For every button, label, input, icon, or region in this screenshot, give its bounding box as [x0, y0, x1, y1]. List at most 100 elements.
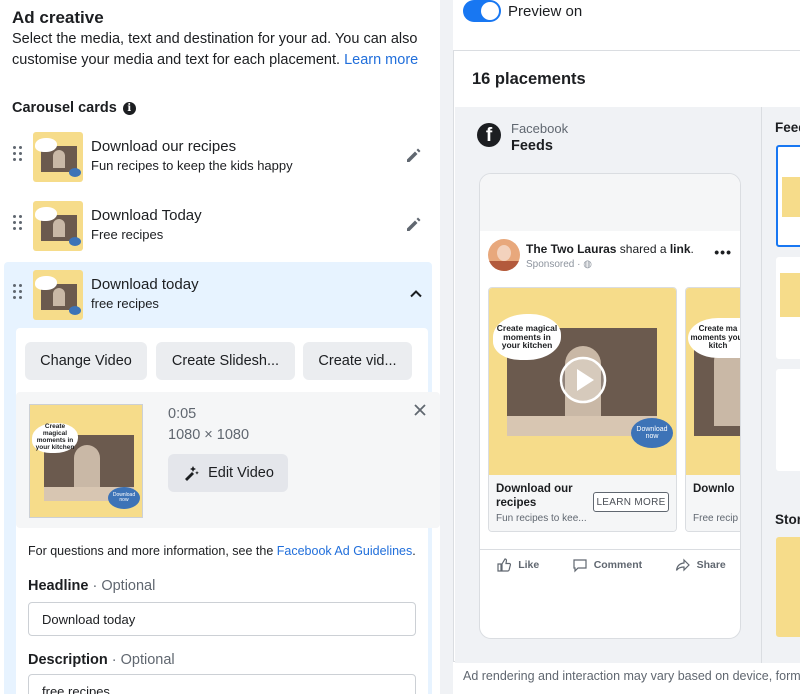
- video-dimensions: 1080 × 1080: [168, 427, 250, 443]
- share-button[interactable]: Share: [675, 557, 726, 573]
- side-feed-label: Feed: [775, 120, 800, 135]
- carousel-preview-card[interactable]: Create magical moments in your kitchen D…: [488, 287, 677, 532]
- card-thumbnail: [33, 270, 83, 320]
- placement-name: Feeds: [511, 138, 553, 154]
- ad-creative-panel: Ad creative Select the media, text and d…: [0, 0, 440, 694]
- edit-video-button[interactable]: Edit Video: [168, 454, 288, 492]
- panel-divider: [440, 0, 453, 694]
- sponsored-text: Sponsored ·: [526, 259, 584, 270]
- learn-more-link[interactable]: Learn more: [344, 52, 418, 68]
- card-subtitle: Free recipes: [91, 227, 164, 242]
- placements-title: 16 placements: [472, 70, 586, 88]
- carousel-card-title: Download our recipes: [496, 483, 573, 509]
- carousel-card[interactable]: Download our recipes Fun recipes to keep…: [4, 124, 432, 190]
- carousel-card-subtitle: Fun recipes to kee...: [496, 513, 587, 524]
- create-slideshow-button[interactable]: Create Slidesh...: [156, 342, 295, 380]
- other-placements-strip: Feed Stor: [761, 107, 800, 663]
- phone-top-bar: [480, 174, 740, 231]
- create-video-button[interactable]: Create vid...: [303, 342, 412, 380]
- drag-handle-icon[interactable]: [13, 146, 23, 162]
- placements-box: 16 placements f Facebook Feeds The Two L…: [453, 50, 800, 663]
- avatar: [488, 239, 520, 271]
- media-thumbnail: Create magical moments in your kitchen D…: [29, 404, 143, 518]
- preview-toggle[interactable]: [463, 0, 501, 22]
- thumbnail-caption: Create magical moments in your kitchen: [32, 423, 78, 453]
- post-author: The Two Lauras shared a link.: [526, 242, 694, 256]
- media-preview-box: Create magical moments in your kitchen D…: [16, 392, 440, 528]
- magic-wand-icon: [185, 466, 199, 481]
- post-actions: Like Comment Share: [480, 549, 740, 579]
- card-thumbnail: [33, 201, 83, 251]
- carousel-card-image: Create magical moments in your kitchen D…: [489, 288, 676, 475]
- guidelines-text: For questions and more information, see …: [28, 544, 416, 558]
- close-icon[interactable]: [412, 402, 428, 418]
- thumbnail-badge: Download now: [108, 487, 140, 509]
- ad-guidelines-link[interactable]: Facebook Ad Guidelines: [277, 544, 413, 558]
- carousel-card-image: Create ma moments your kitch: [686, 288, 740, 475]
- post-action: shared a: [616, 242, 670, 256]
- placement-thumbnail[interactable]: [776, 257, 800, 359]
- expanded-card-body: Change Video Create Slidesh... Create vi…: [4, 326, 440, 694]
- share-icon: [675, 558, 690, 571]
- card-image-badge: Download now: [631, 418, 673, 448]
- headline-input[interactable]: Download today: [28, 602, 416, 636]
- more-options-icon[interactable]: •••: [714, 244, 732, 260]
- author-name[interactable]: The Two Lauras: [526, 242, 616, 256]
- carousel-cards-label: Carousel cards: [12, 100, 117, 116]
- carousel-cards-heading: Carousel cards i: [12, 100, 136, 116]
- rendering-disclaimer: Ad rendering and interaction may vary ba…: [463, 669, 800, 683]
- guidelines-prefix: For questions and more information, see …: [28, 544, 277, 558]
- card-editor: Change Video Create Slidesh... Create vi…: [16, 328, 440, 694]
- phone-preview: The Two Lauras shared a link. Sponsored …: [479, 173, 741, 639]
- edit-pencil-icon[interactable]: [404, 214, 424, 234]
- card-subtitle: Fun recipes to keep the kids happy: [91, 158, 293, 173]
- comment-button[interactable]: Comment: [572, 557, 642, 573]
- preview-toggle-label: Preview on: [508, 3, 583, 20]
- edit-video-label: Edit Video: [208, 465, 274, 481]
- carousel-card-expanded[interactable]: Download today free recipes: [4, 262, 432, 328]
- description-label-text: Description: [28, 652, 108, 668]
- like-label: Like: [518, 558, 540, 571]
- drag-handle-icon[interactable]: [13, 284, 23, 300]
- side-stories-label: Stor: [775, 512, 800, 527]
- card-thumbnail: [33, 132, 83, 182]
- carousel-card-title: Downlo: [693, 483, 735, 495]
- chevron-up-icon[interactable]: [408, 286, 424, 302]
- description-input[interactable]: free recipes: [28, 674, 416, 694]
- placement-thumbnail[interactable]: [776, 369, 800, 471]
- preview-panel: Preview on 16 placements f Facebook Feed…: [453, 0, 800, 694]
- card-image-caption: Create ma moments your kitch: [688, 318, 740, 358]
- carousel-preview-card[interactable]: Create ma moments your kitch Downlo Free…: [685, 287, 740, 532]
- placement-thumbnail-selected[interactable]: [776, 145, 800, 247]
- carousel-card[interactable]: Download Today Free recipes: [4, 193, 432, 259]
- headline-label: Headline · Optional: [28, 578, 155, 594]
- section-description: Select the media, text and destination f…: [12, 29, 432, 71]
- comment-label: Comment: [593, 558, 643, 571]
- description-label: Description · Optional: [28, 652, 175, 668]
- change-video-button[interactable]: Change Video: [25, 342, 147, 380]
- post-link-word: link: [669, 242, 691, 256]
- stories-thumbnail[interactable]: [776, 537, 800, 637]
- drag-handle-icon[interactable]: [13, 215, 23, 231]
- headline-optional: · Optional: [88, 578, 156, 594]
- headline-label-text: Headline: [28, 578, 89, 594]
- learn-more-button[interactable]: LEARN MORE: [593, 492, 669, 512]
- feed-preview-area: f Facebook Feeds The Two Lauras shared a…: [455, 107, 761, 663]
- post-period: .: [690, 242, 694, 256]
- comment-icon: [573, 558, 587, 572]
- carousel-card-subtitle: Free recip: [693, 513, 739, 524]
- card-subtitle: free recipes: [91, 296, 159, 311]
- card-image-caption: Create magical moments in your kitchen: [493, 314, 561, 360]
- section-title: Ad creative: [12, 8, 104, 27]
- card-title: Download our recipes: [91, 138, 237, 155]
- like-button[interactable]: Like: [496, 557, 539, 573]
- description-optional: · Optional: [107, 652, 175, 668]
- share-label: Share: [696, 558, 726, 571]
- info-icon[interactable]: i: [122, 101, 136, 115]
- edit-pencil-icon[interactable]: [404, 145, 424, 165]
- platform-name: Facebook: [511, 121, 569, 136]
- carousel-card-footer: Download our recipes Fun recipes to kee.…: [489, 475, 676, 531]
- play-icon[interactable]: [559, 356, 607, 404]
- card-title: Download today: [91, 276, 199, 293]
- video-duration: 0:05: [168, 406, 197, 422]
